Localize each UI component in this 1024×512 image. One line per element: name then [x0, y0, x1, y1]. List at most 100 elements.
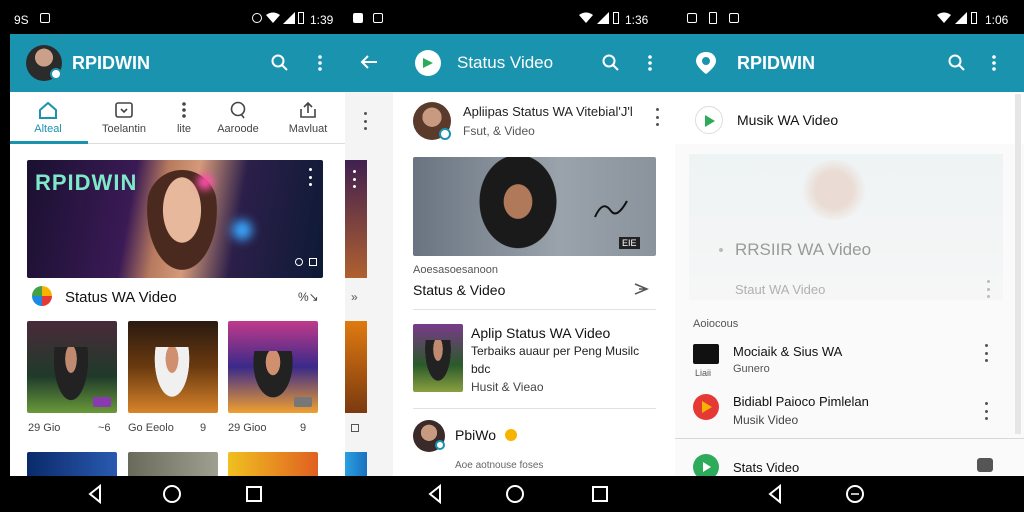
tab-bar: Alteal Toelantin lite Aaroode Mavluat	[10, 92, 345, 144]
featured-row[interactable]: Musik WA Video	[675, 92, 1024, 144]
overflow-menu-icon[interactable]	[982, 51, 1006, 75]
divider	[413, 408, 656, 409]
row-3-green-icon	[693, 454, 719, 476]
back-icon[interactable]	[424, 482, 448, 506]
b-icon	[729, 13, 739, 23]
recents-icon[interactable]	[242, 482, 266, 506]
section-action[interactable]: %↘	[298, 290, 319, 304]
section-label: Aoiocous	[693, 318, 739, 330]
gold-badge-icon	[505, 429, 517, 441]
recents-icon[interactable]	[588, 482, 612, 506]
card-1-tag	[93, 397, 111, 407]
card-3-image	[248, 351, 298, 407]
faded-person-image	[799, 160, 869, 220]
status-bar-1: 9S 1:39	[0, 0, 345, 36]
post-person-image	[473, 157, 563, 256]
hero-video-card[interactable]: RPIDWIN	[27, 160, 323, 278]
home-icon[interactable]	[843, 482, 867, 506]
home-icon[interactable]	[503, 482, 527, 506]
user-name: PbiWo	[455, 427, 496, 443]
search-icon[interactable]	[945, 51, 969, 75]
back-icon[interactable]	[84, 482, 108, 506]
item-thumb[interactable]	[413, 324, 463, 392]
active-tab-indicator	[10, 141, 88, 144]
battery-icon	[613, 12, 619, 24]
card-1-image	[51, 347, 91, 407]
row-1-more-icon[interactable]	[983, 344, 989, 362]
download-icon	[115, 102, 133, 118]
scrollbar[interactable]	[1015, 94, 1021, 434]
battery-icon	[971, 12, 977, 24]
panel-rpidwin: RPIDWIN Musik WA Video RRSIIR WA Video S…	[675, 34, 1024, 476]
video-card-3[interactable]	[228, 321, 318, 413]
sound-icon[interactable]	[295, 258, 303, 266]
strip-more-icon[interactable]	[362, 112, 368, 130]
home-icon[interactable]	[160, 482, 184, 506]
back-icon[interactable]	[764, 482, 788, 506]
section-title: Status WA Video	[65, 289, 177, 306]
post-more-icon[interactable]	[654, 108, 660, 126]
verified-badge	[50, 68, 62, 80]
row-2-title: Bidiabl Paioco Pimlelan	[733, 394, 869, 409]
strip-thumb-more-icon[interactable]	[351, 170, 357, 188]
hero-more-icon[interactable]	[307, 168, 313, 186]
search-icon[interactable]	[268, 51, 292, 75]
post-video-thumb[interactable]: EIE	[413, 157, 656, 256]
tab-aaroode[interactable]: Aaroode	[202, 92, 274, 144]
strip-icon	[351, 424, 359, 432]
row-1-title: Mociaik & Sius WA	[733, 344, 843, 359]
nav-bar	[0, 476, 1024, 512]
strip-share-icon[interactable]: »	[351, 290, 358, 304]
card-1-corner: ~6	[98, 422, 111, 434]
row-1-sub: Gunero	[733, 363, 770, 375]
duration-badge: EIE	[619, 237, 640, 249]
video-card-6[interactable]	[228, 452, 318, 476]
status-time: 1:39	[310, 13, 334, 27]
strip-thumb-3	[345, 452, 367, 476]
card-2-meta: Go Eeolo	[128, 422, 174, 434]
chat-icon	[230, 101, 246, 119]
faded-video-card[interactable]: RRSIIR WA Video Staut WA Video	[689, 154, 1003, 300]
light-bokeh	[232, 220, 252, 240]
app-title: RPIDWIN	[737, 53, 815, 73]
fullscreen-icon[interactable]	[309, 258, 317, 266]
signal-icon	[597, 12, 609, 24]
app-bar: RPIDWIN	[675, 34, 1024, 92]
post-subtitle: Fsut, & Video	[463, 124, 535, 138]
divider	[413, 309, 656, 310]
camera-icon[interactable]	[977, 458, 993, 472]
card-3-meta: 29 Gioo	[228, 422, 267, 434]
app-title: Status Video	[457, 53, 554, 72]
signal-icon	[955, 12, 967, 24]
video-card-5[interactable]	[128, 452, 218, 476]
alarm-icon	[252, 13, 262, 23]
user-sub: Aoe aotnouse foses	[455, 460, 544, 471]
overlay-title: RRSIIR WA Video	[735, 240, 872, 259]
featured-logo-icon	[695, 106, 723, 134]
tab-label: Mavluat	[288, 123, 328, 135]
search-icon[interactable]	[599, 51, 623, 75]
faded-more-icon[interactable]	[985, 280, 991, 298]
row-1-thumb	[693, 344, 719, 364]
wifi-icon	[266, 12, 280, 23]
light-bokeh	[197, 174, 213, 190]
video-card-4[interactable]	[27, 452, 117, 476]
status-text: 9S	[14, 13, 29, 27]
video-card-1[interactable]	[27, 321, 117, 413]
share-icon[interactable]	[633, 282, 649, 296]
app-title: RPIDWIN	[72, 53, 150, 73]
tab-alteal[interactable]: Alteal	[12, 92, 84, 144]
notification-icon	[353, 13, 363, 23]
item-line2: Terbaiks auaur per Peng Musilc	[471, 344, 640, 358]
section-logo-icon	[32, 286, 52, 306]
row-2-more-icon[interactable]	[983, 402, 989, 420]
sim-icon	[373, 13, 383, 23]
post-title: Apliipas Status WA Vitebial'J'l	[463, 104, 633, 119]
overflow-menu-icon[interactable]	[638, 51, 662, 75]
tab-mavluat[interactable]: Mavluat	[272, 92, 344, 144]
video-card-2[interactable]	[128, 321, 218, 413]
panel-strip: »	[345, 34, 393, 476]
row-1-icon-label: Liaii	[695, 368, 712, 378]
back-arrow-icon[interactable]	[359, 54, 379, 70]
overflow-menu-icon[interactable]	[308, 51, 332, 75]
